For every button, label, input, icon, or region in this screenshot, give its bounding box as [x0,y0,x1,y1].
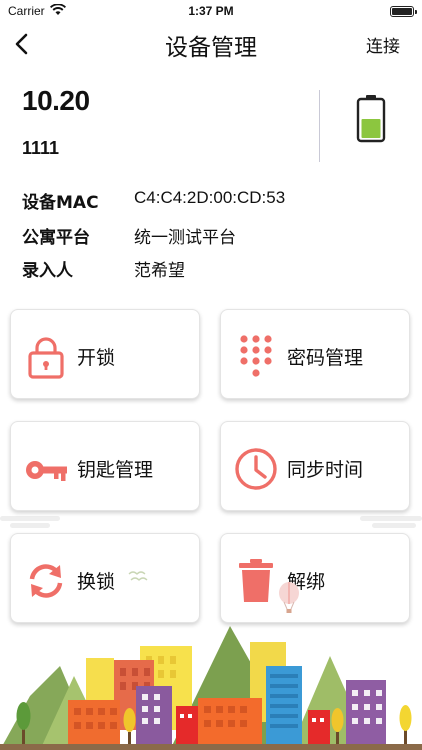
clock-icon [235,448,277,490]
page-title: 设备管理 [165,35,257,61]
clock-time: 1:37 PM [188,4,234,18]
battery-level-icon [356,95,386,143]
password-management-button[interactable]: 密码管理 [220,309,410,399]
info-value: 范希望 [134,261,185,281]
navigation-bar: 设备管理 连接 [0,22,422,66]
info-value: 统一测试平台 [134,228,236,248]
key-management-button[interactable]: 钥匙管理 [10,421,200,511]
keypad-icon [240,335,272,377]
status-battery-icon [390,6,417,17]
device-value: 10.20 [22,85,90,116]
info-label: 录入人 [22,261,73,281]
bird-decoration-icon [128,571,148,581]
vertical-divider [319,90,320,162]
connect-button[interactable]: 连接 [366,32,400,57]
card-label: 钥匙管理 [77,459,154,481]
card-label: 同步时间 [287,459,364,481]
unlock-button[interactable]: 开锁 [10,309,200,399]
info-label: 设备MAC [22,193,99,213]
refresh-arrows-icon [29,564,63,598]
city-illustration [0,626,422,750]
key-icon [26,461,67,481]
sync-time-button[interactable]: 同步时间 [220,421,410,511]
card-label: 开锁 [77,347,116,369]
card-label: 换锁 [77,571,116,593]
device-sub-value: 1111 [22,138,60,158]
trash-icon [239,559,273,602]
info-label: 公寓平台 [22,228,90,248]
info-value: C4:C4:2D:00:CD:53 [134,188,286,207]
status-bar: Carrier 1:37 PM [0,0,422,22]
card-label: 密码管理 [287,347,364,369]
padlock-icon [28,337,64,379]
